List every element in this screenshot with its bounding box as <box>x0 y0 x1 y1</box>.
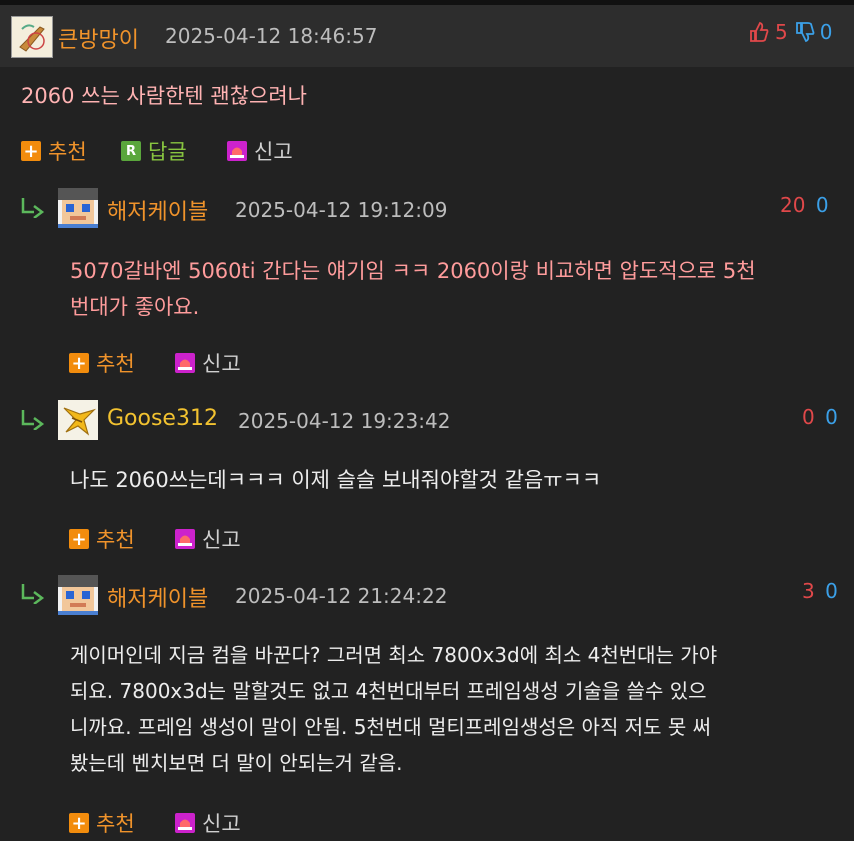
siren-icon <box>175 353 195 373</box>
reply-date: 2025-04-12 21:24:22 <box>235 584 448 608</box>
post-report-button[interactable]: 신고 <box>227 136 293 166</box>
reply-recommend-button[interactable]: + 추천 <box>69 348 135 378</box>
avatar-pixel-face[interactable] <box>58 575 98 615</box>
reply-recommend-button[interactable]: + 추천 <box>69 524 135 554</box>
reply-down-count: 0 <box>815 193 829 217</box>
post-reply-button[interactable]: R 답글 <box>121 136 187 166</box>
reply-votes: 0 0 <box>802 405 838 429</box>
reply-report-button[interactable]: 신고 <box>175 348 241 378</box>
reply-recommend-button[interactable]: + 추천 <box>69 808 135 838</box>
siren-icon <box>175 529 195 549</box>
siren-icon <box>175 813 195 833</box>
reply-arrow-icon <box>21 198 45 218</box>
reply-date: 2025-04-12 19:12:09 <box>235 198 448 222</box>
reply-content: 5070갈바엔 5060ti 간다는 얘기임 ㅋㅋ 2060이랑 비교하면 압도… <box>70 259 756 319</box>
reply-report-button[interactable]: 신고 <box>175 808 241 838</box>
reply-down-count: 0 <box>825 405 838 429</box>
reply-up-count: 20 <box>780 193 806 217</box>
reply-author[interactable]: 해저케이블 <box>107 194 208 226</box>
thumbs-up-icon[interactable] <box>748 21 770 43</box>
avatar-pixel-face[interactable] <box>58 188 98 228</box>
plus-icon: + <box>69 353 89 374</box>
plus-icon: + <box>21 141 41 162</box>
thumbs-down-icon[interactable] <box>794 21 816 43</box>
post-votes: 5 0 <box>748 20 832 44</box>
reply-votes: 20 0 <box>780 193 829 217</box>
reply-date: 2025-04-12 19:23:42 <box>238 409 451 433</box>
post-date: 2025-04-12 18:46:57 <box>165 24 378 48</box>
reply-arrow-icon <box>21 584 45 604</box>
post-content: 2060 쓰는 사람한텐 괜찮으려나 <box>21 84 307 108</box>
reply-up-count: 3 <box>802 579 815 603</box>
reply-content: 나도 2060쓰는데ㅋㅋㅋ 이제 슬슬 보내줘야할것 같음ㅠㅋㅋ <box>70 468 602 492</box>
post-down-count: 0 <box>819 20 833 44</box>
plus-icon: + <box>69 529 89 550</box>
reply-up-count: 0 <box>802 405 815 429</box>
siren-icon <box>227 141 247 161</box>
reply-arrow-icon <box>21 410 45 430</box>
reply-content: 게이머인데 지금 컴을 바꾼다? 그러면 최소 7800x3d에 최소 4천번대… <box>70 643 718 775</box>
reply-votes: 3 0 <box>802 579 838 603</box>
avatar-bat[interactable] <box>11 16 53 58</box>
reply-author[interactable]: 해저케이블 <box>107 581 208 613</box>
post-author[interactable]: 큰방망이 <box>58 22 139 54</box>
plus-icon: + <box>69 813 89 834</box>
avatar-goose[interactable] <box>58 400 98 440</box>
reply-author[interactable]: Goose312 <box>107 406 218 431</box>
post-up-count: 5 <box>775 20 788 44</box>
post-recommend-button[interactable]: + 추천 <box>21 136 87 166</box>
reply-icon: R <box>121 141 141 161</box>
reply-down-count: 0 <box>825 579 838 603</box>
reply-report-button[interactable]: 신고 <box>175 524 241 554</box>
